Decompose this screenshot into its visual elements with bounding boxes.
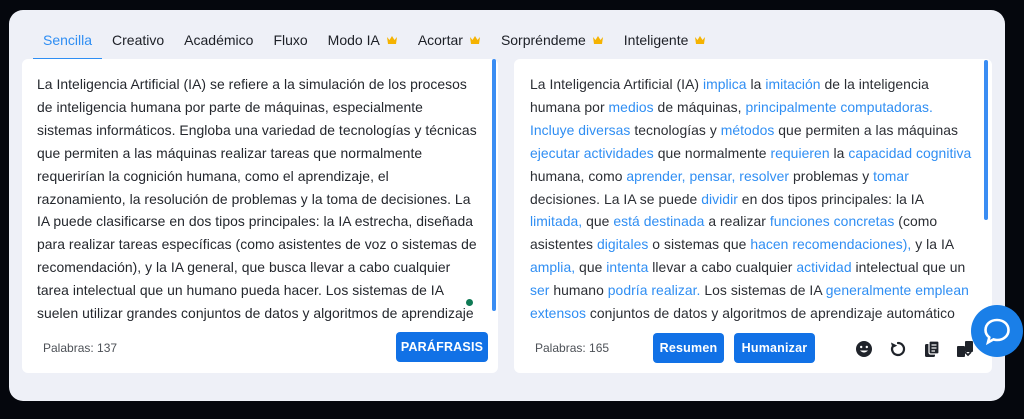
tab-fluxo[interactable]: Fluxo [263, 28, 317, 62]
changed-phrase[interactable]: actividad [796, 259, 851, 275]
changed-phrase[interactable]: requieren [770, 145, 829, 161]
tab-sencilla[interactable]: Sencilla [33, 28, 103, 62]
changed-phrase[interactable]: está destinada [613, 213, 704, 229]
unchanged-phrase: que [575, 259, 607, 276]
input-panel: La Inteligencia Artificial (IA) se refie… [22, 59, 498, 373]
tab-label: Acortar [417, 32, 463, 48]
unchanged-phrase: Los sistemas de IA [700, 282, 826, 299]
unchanged-phrase: humano [549, 282, 608, 299]
changed-phrase[interactable]: amplia, [530, 259, 575, 275]
input-scrollbar[interactable] [492, 59, 496, 311]
unchanged-phrase: intelectual que un [851, 259, 966, 276]
chat-bubble-icon [984, 318, 1010, 346]
changed-phrase[interactable]: hacen recomendaciones), [750, 236, 911, 252]
input-textarea[interactable]: La Inteligencia Artificial (IA) se refie… [37, 73, 480, 325]
chat-button[interactable] [971, 305, 1023, 357]
changed-phrase[interactable]: limitada, [530, 213, 582, 229]
tab-sorpréndeme[interactable]: Sorpréndeme [491, 28, 614, 62]
summary-button[interactable]: Resumen [653, 333, 724, 363]
tab-label: Sencilla [43, 32, 93, 48]
tab-label: Académico [184, 32, 254, 48]
changed-phrase[interactable]: aprender, pensar, resolver [626, 168, 789, 184]
output-scrollbar[interactable] [984, 60, 988, 220]
unchanged-phrase: y la IA [911, 236, 954, 253]
changed-phrase[interactable]: funciones concretas [770, 213, 895, 229]
changed-phrase[interactable]: imitación [765, 76, 820, 92]
tab-académico[interactable]: Académico [174, 28, 263, 62]
changed-phrase[interactable]: podría realizar. [608, 282, 701, 298]
changed-phrase[interactable]: dividir [701, 191, 738, 207]
changed-phrase[interactable]: digitales [597, 236, 648, 252]
tab-inteligente[interactable]: Inteligente [614, 28, 717, 62]
unchanged-phrase: problemas y [789, 167, 874, 184]
crown-icon [469, 36, 480, 44]
changed-phrase[interactable]: ser [530, 282, 549, 298]
undo-icon[interactable] [889, 340, 907, 358]
tab-label: Fluxo [273, 32, 308, 48]
changed-phrase[interactable]: intenta [606, 259, 648, 275]
crown-icon [386, 36, 397, 44]
unchanged-phrase: de máquinas, [653, 98, 746, 115]
input-word-count: Palabras: 137 [43, 341, 118, 355]
output-word-count: Palabras: 165 [535, 341, 610, 355]
changed-phrase[interactable]: tomar [873, 168, 909, 184]
unchanged-phrase: llevar a cabo cualquier [648, 259, 797, 276]
unchanged-phrase: en dos tipos principales: la IA [737, 190, 924, 207]
copy-icon[interactable] [923, 340, 941, 358]
changed-phrase[interactable]: implica [703, 76, 747, 92]
unchanged-phrase: La Inteligencia Artificial (IA) [530, 76, 703, 92]
unchanged-phrase: a realizar [704, 213, 770, 230]
unchanged-phrase: humana, como [530, 167, 627, 184]
unchanged-phrase: que [582, 213, 614, 230]
crown-icon [592, 36, 603, 44]
status-dot [466, 299, 473, 306]
changed-phrase[interactable]: métodos [721, 122, 775, 138]
tab-label: Inteligente [623, 32, 689, 48]
unchanged-phrase: tecnologías y [630, 121, 721, 138]
tab-label: Sorpréndeme [500, 32, 586, 48]
unchanged-phrase: que permiten a las máquinas [774, 121, 959, 138]
output-text[interactable]: La Inteligencia Artificial (IA) implica … [530, 73, 972, 325]
changed-phrase[interactable]: ejecutar actividades [530, 145, 654, 161]
crown-icon [695, 36, 706, 44]
changed-phrase[interactable]: medios [609, 99, 654, 115]
tab-label: Creativo [112, 32, 165, 48]
unchanged-phrase: que normalmente [653, 144, 771, 161]
unchanged-phrase: decisiones. La IA se puede [530, 190, 702, 207]
compare-icon[interactable] [956, 340, 974, 358]
unchanged-phrase: la [829, 144, 849, 161]
unchanged-phrase: conjuntos de datos y algoritmos de apren… [586, 305, 955, 322]
tab-modo-ia[interactable]: Modo IA [318, 28, 408, 62]
paraphrase-button[interactable]: PARÁFRASIS [396, 332, 488, 362]
paraphraser-app: Sencilla Creativo Académico Fluxo Modo IA Aco… [9, 10, 1005, 401]
unchanged-phrase: la [746, 76, 766, 92]
tab-label: Modo IA [327, 32, 380, 48]
tab-creativo[interactable]: Creativo [102, 28, 174, 62]
changed-phrase[interactable]: capacidad cognitiva [848, 145, 971, 161]
humanize-button[interactable]: Humanizar [734, 333, 815, 363]
unchanged-phrase: o sistemas que [648, 236, 751, 253]
tab-acortar[interactable]: Acortar [408, 28, 491, 62]
output-panel: La Inteligencia Artificial (IA) implica … [514, 59, 992, 373]
emoji-icon[interactable] [855, 340, 873, 358]
